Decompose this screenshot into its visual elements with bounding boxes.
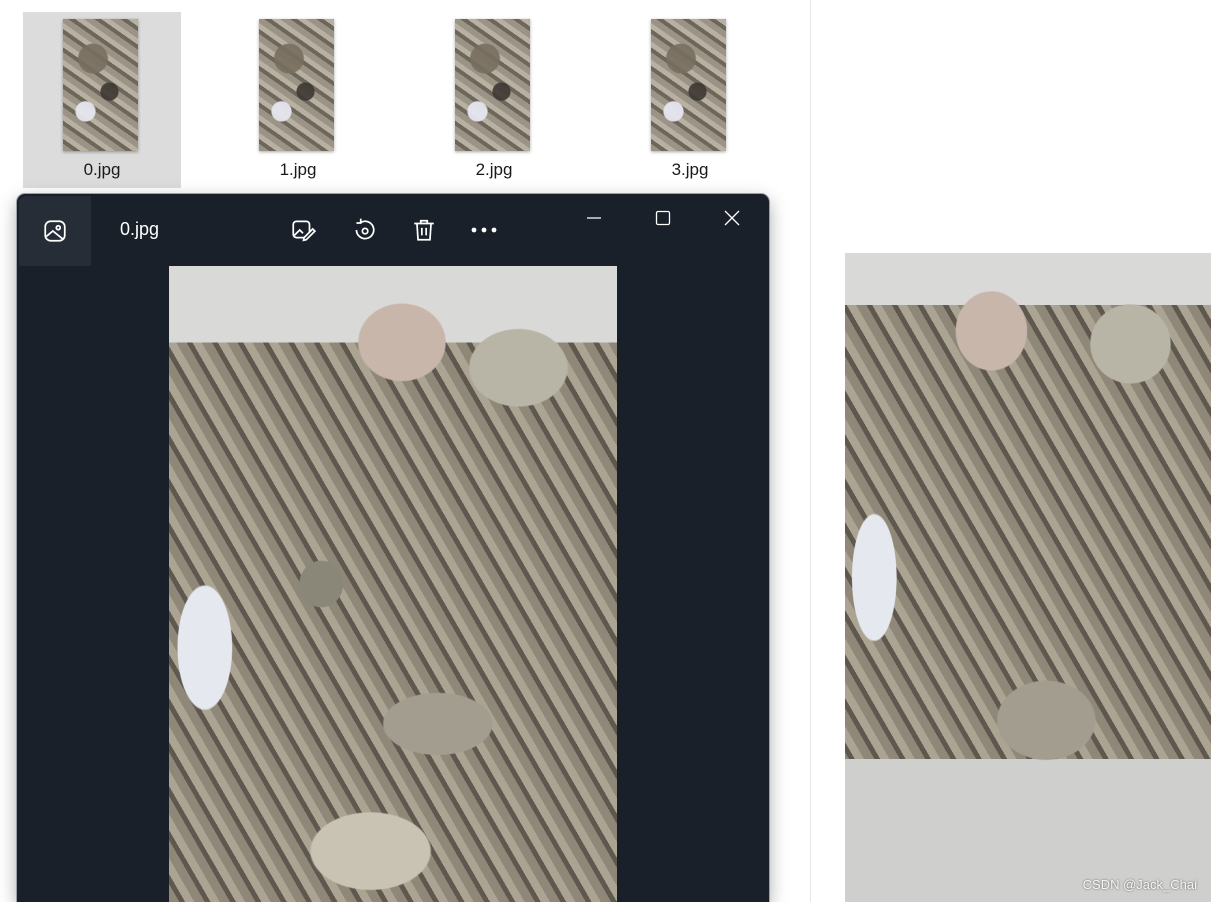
more-options-button[interactable] — [466, 212, 502, 248]
close-icon — [724, 210, 740, 226]
file-name: 2.jpg — [475, 160, 513, 179]
photos-viewer-window: 0.jpg — [17, 194, 769, 902]
delete-icon — [414, 219, 434, 241]
rotate-button[interactable] — [346, 212, 382, 248]
viewer-titlebar[interactable]: 0.jpg — [17, 194, 769, 266]
edit-image-button[interactable] — [285, 212, 321, 248]
file-thumbnail[interactable] — [651, 19, 726, 151]
pane-divider — [810, 0, 811, 902]
file-thumbnail[interactable] — [455, 19, 530, 151]
maximize-button[interactable] — [631, 198, 695, 238]
gallery-icon — [44, 220, 66, 242]
file-tile-0[interactable]: 0.jpg — [23, 12, 181, 188]
file-tile-3[interactable]: 3.jpg — [611, 12, 769, 188]
file-name: 1.jpg — [279, 160, 317, 179]
file-tile-1[interactable]: 1.jpg — [219, 12, 377, 188]
minimize-button[interactable] — [562, 198, 626, 238]
file-name: 3.jpg — [671, 160, 709, 179]
close-button[interactable] — [700, 198, 764, 238]
engine-photo-preview: CSDN @Jack_Chai — [845, 253, 1211, 902]
minimize-icon — [587, 217, 601, 219]
maximize-icon — [655, 210, 671, 226]
file-thumbnail[interactable] — [63, 19, 138, 151]
more-icon — [471, 227, 497, 233]
watermark: CSDN @Jack_Chai — [1082, 877, 1197, 892]
delete-button[interactable] — [406, 212, 442, 248]
file-thumbnail[interactable] — [259, 19, 334, 151]
gallery-button[interactable] — [19, 196, 91, 266]
edit-image-icon — [292, 220, 316, 242]
file-name: 0.jpg — [83, 160, 121, 179]
viewer-title: 0.jpg — [120, 219, 160, 239]
engine-photo — [169, 266, 617, 902]
rotate-icon — [355, 218, 375, 240]
file-tile-2[interactable]: 2.jpg — [415, 12, 573, 188]
